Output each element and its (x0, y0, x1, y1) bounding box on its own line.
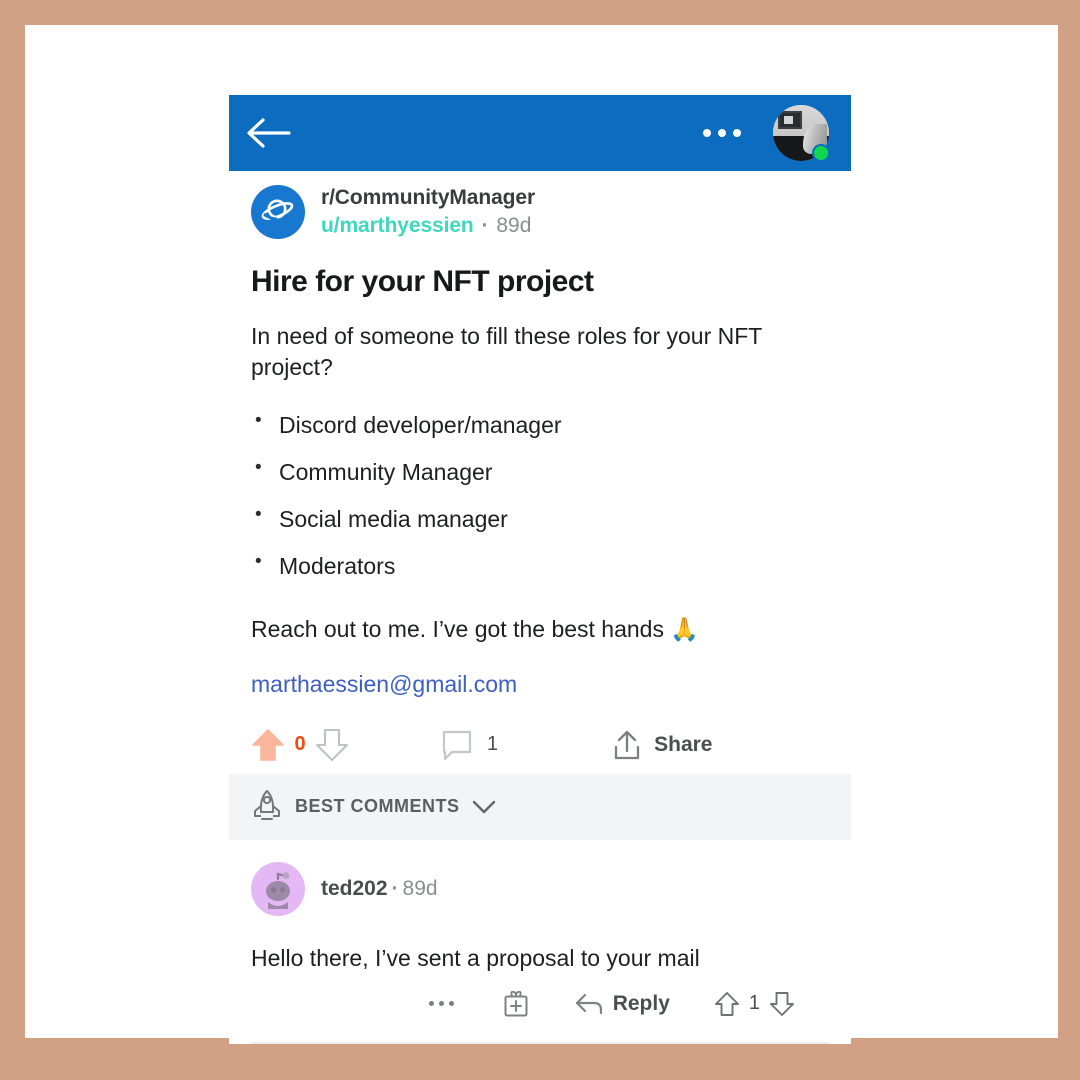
dot (718, 129, 726, 137)
reply-arrow-icon[interactable] (574, 991, 604, 1017)
list-item: Social media manager (251, 496, 829, 543)
list-item: Moderators (251, 543, 829, 590)
comment-sort-bar[interactable]: BEST COMMENTS (229, 773, 851, 840)
more-horizontal-icon[interactable] (423, 991, 460, 1016)
post-body: Hire for your NFT project In need of som… (229, 265, 851, 698)
upvote-arrow-icon[interactable] (714, 990, 740, 1018)
post-vote-group: 0 (251, 727, 349, 763)
post-author[interactable]: u/marthyessien (321, 214, 474, 237)
back-arrow-icon[interactable] (245, 116, 291, 150)
reply-label: Reply (612, 991, 670, 1015)
dot (428, 1001, 434, 1007)
planet-icon[interactable] (251, 185, 305, 239)
user-avatar[interactable] (773, 105, 830, 162)
comment-score: 1 (748, 992, 760, 1015)
reddit-post-card: r/CommunityManager u/marthyessien · 89d … (229, 95, 851, 1044)
comment-divider (251, 1041, 829, 1044)
upvote-arrow-icon[interactable] (251, 727, 285, 763)
post-meta-text: r/CommunityManager u/marthyessien · 89d (321, 186, 535, 239)
list-item: Community Manager (251, 449, 829, 496)
comment-thread: ted202 · 89d Hello there, I’ve sent a pr… (229, 840, 851, 1044)
email-link[interactable]: marthaessien@gmail.com (251, 671, 517, 698)
outer-frame: r/CommunityManager u/marthyessien · 89d … (0, 0, 1080, 1080)
comment-age: 89d (402, 876, 438, 900)
post-closing-paragraph: Reach out to me. I’ve got the best hands… (251, 616, 700, 643)
comment-body: Hello there, I’ve sent a proposal to you… (251, 944, 700, 971)
dot (703, 129, 711, 137)
post-meta-row: r/CommunityManager u/marthyessien · 89d (229, 171, 851, 239)
share-button[interactable]: Share (612, 729, 713, 761)
post-intro-paragraph: In need of someone to fill these roles f… (251, 323, 762, 380)
post-title: Hire for your NFT project (251, 265, 594, 298)
downvote-arrow-icon[interactable] (769, 990, 795, 1018)
share-icon[interactable] (612, 729, 642, 761)
comment-header: ted202 · 89d (251, 840, 829, 916)
downvote-arrow-icon[interactable] (315, 727, 349, 763)
app-bar (229, 95, 851, 171)
comment-action-row: Reply 1 (251, 978, 829, 1030)
post-byline: u/marthyessien · 89d (321, 214, 535, 239)
comment-separator: · (391, 876, 399, 900)
chevron-down-icon[interactable] (472, 799, 496, 815)
comment-author[interactable]: ted202 (321, 877, 388, 901)
post-action-bar: 0 1 Share (229, 716, 851, 774)
share-label: Share (654, 732, 713, 756)
sort-label: BEST COMMENTS (295, 796, 460, 817)
avatar-frame-detail (778, 111, 802, 129)
gift-award-icon[interactable] (502, 989, 530, 1019)
reply-button[interactable]: Reply (574, 991, 670, 1017)
comment-bubble-icon[interactable] (441, 729, 473, 761)
dot (438, 1001, 444, 1007)
post-age: 89d (496, 213, 532, 237)
post-comment-group[interactable]: 1 (441, 729, 498, 761)
meta-separator: · (481, 213, 489, 237)
list-item: Discord developer/manager (251, 402, 829, 449)
subreddit-name[interactable]: r/CommunityManager (321, 186, 535, 211)
roles-list: Discord developer/manager Community Mana… (251, 402, 829, 590)
snoo-avatar-icon[interactable] (251, 861, 305, 916)
rocket-icon (251, 789, 283, 825)
post-score: 0 (294, 733, 306, 756)
online-status-badge (812, 144, 830, 162)
post-comment-count: 1 (487, 733, 499, 756)
dot (448, 1001, 454, 1007)
more-horizontal-icon[interactable] (699, 121, 745, 145)
comment-vote-group: 1 (714, 990, 795, 1018)
white-sheet: r/CommunityManager u/marthyessien · 89d … (25, 25, 1058, 1044)
dot (733, 129, 741, 137)
